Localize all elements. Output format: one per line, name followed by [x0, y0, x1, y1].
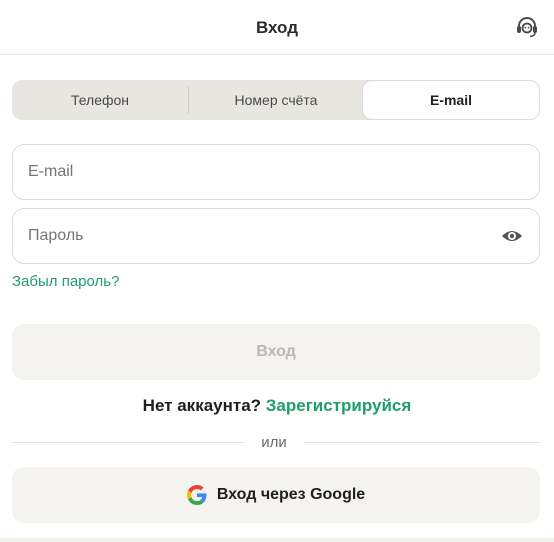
divider-line-left [12, 442, 244, 443]
google-icon [186, 485, 207, 505]
login-method-tabs: Телефон Номер счёта E-mail [12, 80, 540, 120]
tab-account-number[interactable]: Номер счёта [188, 80, 364, 120]
or-text: или [261, 434, 287, 451]
password-field-container [12, 208, 540, 264]
google-button-content: Вход через Google [12, 467, 540, 523]
eye-icon[interactable] [501, 226, 523, 246]
or-divider: или [12, 432, 540, 454]
register-row: Нет аккаунта? Зарегистрируйся [0, 396, 554, 420]
divider-line-right [304, 442, 540, 443]
email-field-container [12, 144, 540, 200]
google-button-label: Вход через Google [216, 486, 366, 503]
header: Вход [0, 0, 554, 55]
password-input[interactable] [28, 209, 488, 263]
login-button[interactable]: Вход [12, 324, 540, 380]
login-panel: Вход Телефон Номер счёта E-mail E-mail З… [0, 0, 554, 538]
register-prompt: Нет аккаунта? [142, 396, 262, 415]
google-login-button[interactable]: Вход через Google [12, 467, 540, 523]
tab-phone[interactable]: Телефон [12, 80, 188, 120]
tab-email[interactable]: E-mail [363, 81, 539, 119]
page-title: Вход [255, 18, 299, 37]
register-link[interactable]: Зарегистрируйся [266, 396, 412, 415]
email-input[interactable] [28, 145, 488, 199]
headset-icon[interactable] [514, 14, 540, 40]
forgot-password-link[interactable]: Забыл пароль? [12, 273, 119, 290]
